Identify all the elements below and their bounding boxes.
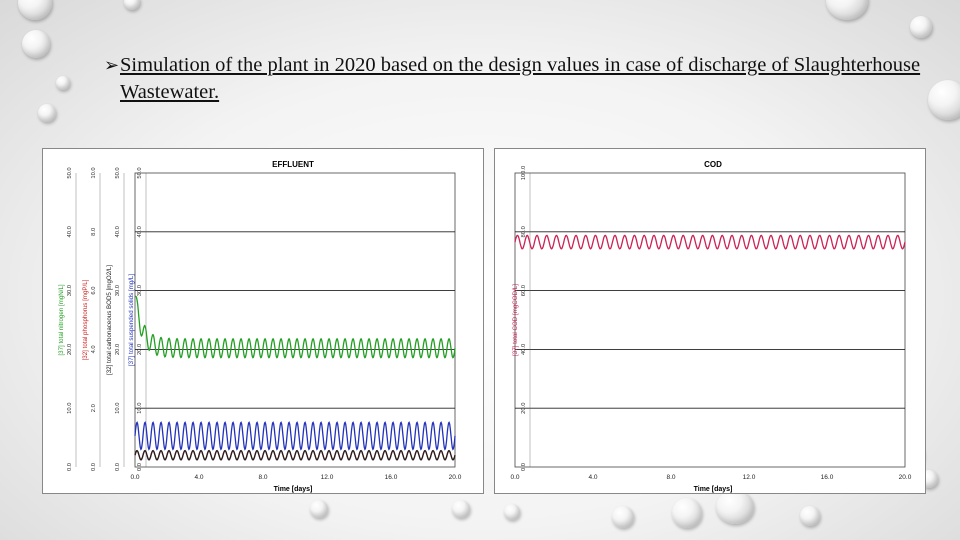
water-drop-decoration <box>504 504 520 520</box>
x-tick-label: 0.0 <box>130 474 139 481</box>
plot-frame <box>514 172 906 468</box>
y-tick-label: 20.0 <box>67 344 73 355</box>
cod-chart: COD Time [days] [37] total COD [mgCOD/L]… <box>510 160 912 493</box>
x-tick-label: 12.0 <box>321 474 334 481</box>
water-drop-decoration <box>56 76 70 90</box>
x-tick-label: 8.0 <box>258 474 267 481</box>
x-tick-label: 0.0 <box>510 474 519 481</box>
y-tick-label: 20.0 <box>521 403 527 414</box>
y-axis-label: [37] total COD [mgCOD/L] <box>512 284 519 356</box>
y-tick-label: 50.0 <box>137 167 143 178</box>
x-tick-label: 4.0 <box>588 474 597 481</box>
slide-bullet: ➢ Simulation of the plant in 2020 based … <box>104 52 924 106</box>
chart-title: COD <box>704 160 722 169</box>
y-tick-label: 40.0 <box>115 226 121 237</box>
y-tick-label: 4.0 <box>91 345 97 353</box>
slide-text: Simulation of the plant in 2020 based on… <box>120 54 921 103</box>
y-tick-label: 40.0 <box>137 226 143 237</box>
effluent-chart: EFFLUENT Time [days] [37] total nitrogen… <box>58 160 462 493</box>
y-tick-label: 0.0 <box>137 463 143 471</box>
y-tick-label: 60.0 <box>521 285 527 296</box>
water-drop-decoration <box>124 0 140 10</box>
y-tick-label: 30.0 <box>115 285 121 296</box>
series-line-37-total-suspended-solids <box>134 421 456 451</box>
x-tick-label: 8.0 <box>666 474 675 481</box>
x-axis-label: Time [days] <box>694 486 733 493</box>
water-drop-decoration <box>716 490 754 524</box>
x-tick-label: 16.0 <box>821 474 834 481</box>
y-tick-label: 8.0 <box>91 228 97 236</box>
y-tick-label: 50.0 <box>67 167 73 178</box>
x-tick-label: 16.0 <box>385 474 398 481</box>
water-drop-decoration <box>612 506 634 528</box>
water-drop-decoration <box>910 16 932 38</box>
x-tick-label: 20.0 <box>899 474 912 481</box>
x-axis-label: Time [days] <box>274 486 313 493</box>
y-tick-label: 40.0 <box>67 226 73 237</box>
y-tick-label: 20.0 <box>137 344 143 355</box>
x-tick-label: 4.0 <box>194 474 203 481</box>
y-tick-label: 20.0 <box>115 344 121 355</box>
y-tick-label: 10.0 <box>137 403 143 414</box>
y-tick-label: 10.0 <box>91 167 97 178</box>
y-tick-label: 50.0 <box>115 167 121 178</box>
y-tick-label: 30.0 <box>67 285 73 296</box>
y-tick-label: 10.0 <box>115 403 121 414</box>
y-axis-label: [37] total nitrogen [mgN/L] <box>58 284 65 355</box>
water-drop-decoration <box>800 506 820 526</box>
plot-frame <box>134 172 456 468</box>
cod-chart-panel: COD Time [days] [37] total COD [mgCOD/L]… <box>494 148 926 494</box>
x-tick-label: 12.0 <box>743 474 756 481</box>
y-tick-label: 0.0 <box>91 463 97 471</box>
y-tick-label: 6.0 <box>91 287 97 295</box>
y-tick-label: 40.0 <box>521 344 527 355</box>
y-tick-label: 10.0 <box>67 403 73 414</box>
y-axis-label: [37] total suspended solids [mg/L] <box>128 274 135 366</box>
effluent-chart-panel: EFFLUENT Time [days] [37] total nitrogen… <box>42 148 484 494</box>
y-tick-label: 0.0 <box>67 463 73 471</box>
y-axis-label: [32] total carbonaceous BOD5 [mgO2/L] <box>106 265 113 375</box>
y-tick-label: 100.0 <box>521 166 527 181</box>
arrow-bullet-icon: ➢ <box>104 55 120 76</box>
series-line-37-total-cod <box>514 234 906 250</box>
chart-title: EFFLUENT <box>272 160 314 169</box>
water-drop-decoration <box>18 0 52 20</box>
water-drop-decoration <box>928 80 960 120</box>
series-line-37-total-nitrogen <box>134 295 456 359</box>
y-tick-label: 0.0 <box>521 463 527 471</box>
water-drop-decoration <box>452 500 470 518</box>
water-drop-decoration <box>38 104 56 122</box>
y-tick-label: 30.0 <box>137 285 143 296</box>
water-drop-decoration <box>826 0 868 20</box>
y-tick-label: 0.0 <box>115 463 121 471</box>
water-drop-decoration <box>310 500 328 518</box>
y-axis-label: [32] total phosphorus [mgP/L] <box>82 279 89 360</box>
water-drop-decoration <box>672 498 702 528</box>
y-tick-label: 2.0 <box>91 404 97 412</box>
water-drop-decoration <box>22 30 50 58</box>
series-line-32-total-carbonaceous-bod5 <box>134 449 456 461</box>
x-tick-label: 20.0 <box>449 474 462 481</box>
